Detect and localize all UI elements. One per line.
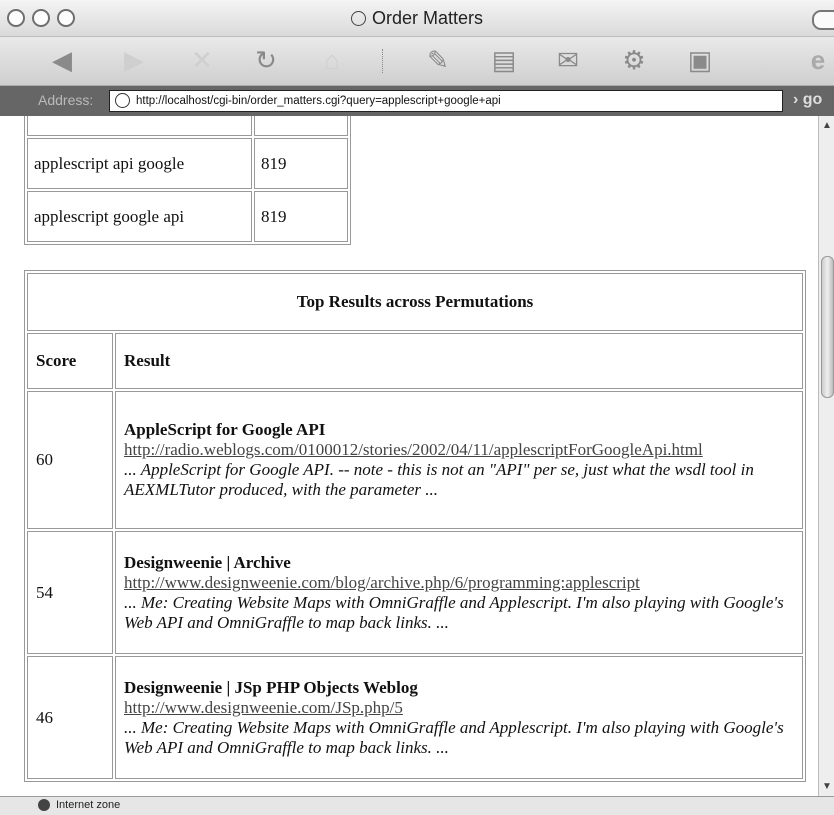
- window-title-text: Order Matters: [371, 8, 484, 28]
- table-row: 54 Designweenie | Archive http://www.des…: [27, 531, 803, 654]
- result-cell: AppleScript for Google API http://radio.…: [115, 391, 803, 529]
- refresh-icon: ↻: [255, 45, 277, 75]
- mail-button[interactable]: ✉: [550, 43, 586, 77]
- result-title: AppleScript for Google API: [124, 420, 326, 439]
- page-icon: [350, 11, 366, 26]
- result-snippet: ... Me: Creating Website Maps with OmniG…: [124, 717, 784, 757]
- home-button[interactable]: ⌂: [314, 43, 350, 77]
- result-link[interactable]: http://www.designweenie.com/JSp.php/5: [124, 698, 794, 718]
- mail-icon: ✉: [557, 45, 579, 75]
- print-icon: ▤: [491, 45, 517, 75]
- go-button[interactable]: › go: [793, 91, 822, 109]
- scroll-thumb[interactable]: [821, 256, 834, 398]
- preferences-icon: ⚙: [622, 45, 646, 75]
- table-caption: Top Results across Permutations: [27, 273, 803, 331]
- table-row: 60 AppleScript for Google API http://rad…: [27, 391, 803, 529]
- table-row: [27, 116, 348, 136]
- result-cell: Designweenie | JSp PHP Objects Weblog ht…: [115, 656, 803, 779]
- score-header: Score: [27, 333, 113, 389]
- autofill-icon: ✎: [427, 45, 449, 75]
- result-snippet: ... Me: Creating Website Maps with OmniG…: [124, 592, 784, 632]
- address-url: http://localhost/cgi-bin/order_matters.c…: [136, 95, 501, 107]
- top-results-table: Top Results across Permutations Score Re…: [24, 270, 806, 782]
- permutation-query: applescript api google: [27, 138, 252, 189]
- result-snippet: ... AppleScript for Google API. -- note …: [124, 460, 754, 499]
- home-icon: ⌂: [324, 45, 340, 75]
- table-cell: [27, 116, 252, 136]
- permutation-count: 819: [254, 138, 348, 189]
- table-caption-row: Top Results across Permutations: [27, 273, 803, 331]
- window-title: Order Matters: [0, 8, 834, 29]
- security-zone: Internet zone: [56, 799, 121, 811]
- result-cell: Designweenie | Archive http://www.design…: [115, 531, 803, 654]
- result-score: 54: [27, 531, 113, 654]
- result-score: 46: [27, 656, 113, 779]
- page-content: applescript api google 819 applescript g…: [0, 116, 818, 796]
- permutation-count: 819: [254, 191, 348, 242]
- stop-icon: ✕: [191, 45, 213, 75]
- permutation-query: applescript google api: [27, 191, 252, 242]
- toolbar-divider: [382, 49, 383, 73]
- go-label: go: [802, 91, 823, 108]
- vertical-scrollbar[interactable]: ▲ ▼: [818, 116, 834, 796]
- table-row: 46 Designweenie | JSp PHP Objects Weblog…: [27, 656, 803, 779]
- table-header-row: Score Result: [27, 333, 803, 389]
- forward-arrow-icon: ▶: [124, 45, 144, 75]
- table-row: applescript api google 819: [27, 138, 348, 189]
- table-cell: [254, 116, 348, 136]
- toolbar-toggle-button[interactable]: [812, 10, 834, 30]
- page-icon: [115, 93, 130, 108]
- preferences-button[interactable]: ⚙: [616, 43, 652, 77]
- title-bar: Order Matters: [0, 0, 834, 37]
- edit-button[interactable]: ▣: [682, 43, 718, 77]
- explorer-logo-icon: e: [810, 45, 826, 75]
- status-bar: Internet zone: [0, 796, 834, 815]
- back-arrow-icon: ◀: [52, 45, 72, 75]
- address-field[interactable]: http://localhost/cgi-bin/order_matters.c…: [109, 90, 783, 112]
- forward-button[interactable]: ▶: [116, 43, 152, 77]
- refresh-button[interactable]: ↻: [248, 43, 284, 77]
- result-title: Designweenie | JSp PHP Objects Weblog: [124, 677, 418, 697]
- permutation-table: applescript api google 819 applescript g…: [24, 116, 351, 245]
- print-button[interactable]: ▤: [486, 43, 522, 77]
- autofill-button[interactable]: ✎: [420, 43, 456, 77]
- result-link[interactable]: http://radio.weblogs.com/0100012/stories…: [124, 440, 794, 460]
- toolbar: ◀ ▶ ✕ ↻ ⌂ ✎ ▤ ✉ ⚙ ▣ e: [0, 37, 834, 86]
- result-title: Designweenie | Archive: [124, 552, 291, 572]
- scroll-up-icon[interactable]: ▲: [822, 120, 832, 131]
- address-bar: Address: http://localhost/cgi-bin/order_…: [0, 86, 834, 116]
- stop-button[interactable]: ✕: [184, 43, 220, 77]
- explorer-button[interactable]: e: [800, 43, 834, 77]
- globe-icon: [38, 799, 50, 811]
- scroll-down-icon[interactable]: ▼: [822, 781, 832, 792]
- back-button[interactable]: ◀: [44, 43, 80, 77]
- result-score: 60: [27, 391, 113, 529]
- address-label: Address:: [38, 92, 94, 108]
- result-header: Result: [115, 333, 803, 389]
- edit-icon: ▣: [687, 45, 713, 75]
- table-row: applescript google api 819: [27, 191, 348, 242]
- result-link[interactable]: http://www.designweenie.com/blog/archive…: [124, 573, 794, 593]
